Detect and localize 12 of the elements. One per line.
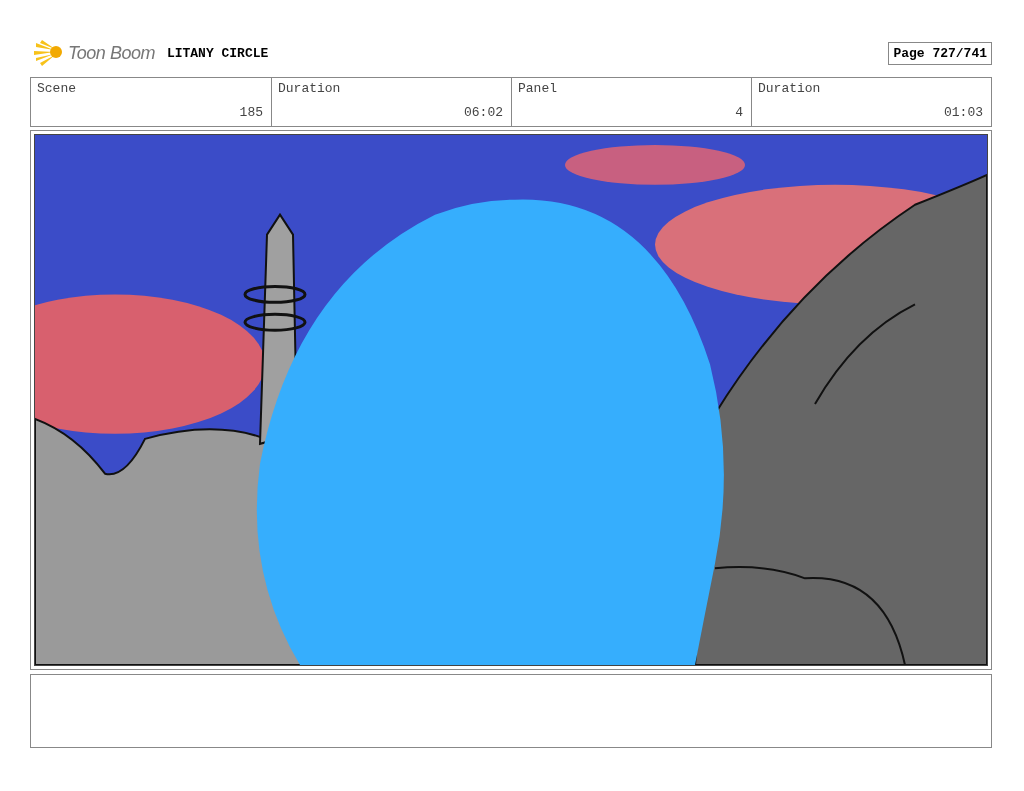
field-value: 06:02 [463, 105, 503, 120]
field-label: Duration [278, 81, 342, 96]
field-label: Scene [37, 81, 77, 96]
field-value: 4 [734, 105, 743, 120]
project-title: LITANY CIRCLE [166, 45, 269, 61]
field-value: 01:03 [943, 105, 983, 120]
field-label: Duration [758, 81, 822, 96]
field-value: 185 [238, 105, 263, 120]
logo-icon [34, 39, 64, 67]
logo-text: Toon Boom [68, 42, 155, 64]
field-label: Panel [518, 81, 558, 96]
page-number: Page 727/741 [888, 41, 992, 65]
